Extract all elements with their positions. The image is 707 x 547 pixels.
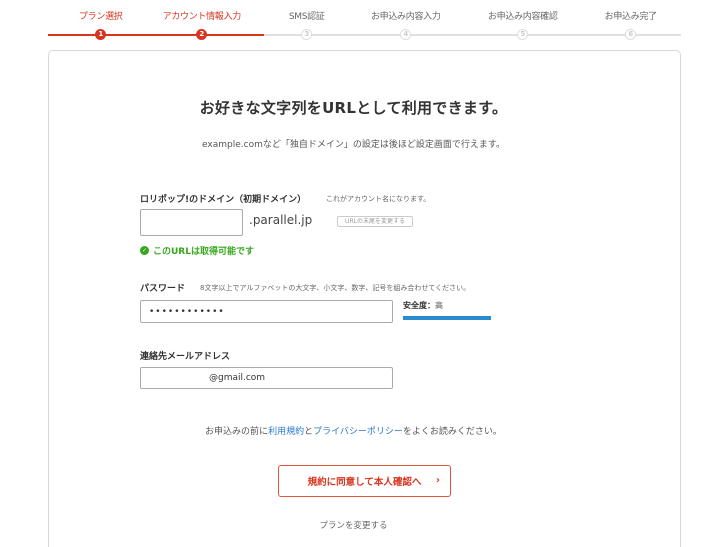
domain-note: これがアカウント名になります。 <box>326 195 431 203</box>
password-label: パスワード <box>140 284 186 294</box>
step-number: 6 <box>625 29 637 40</box>
terms-suffix: をよくお読みください。 <box>402 427 502 437</box>
chevron-right-icon: › <box>435 475 440 486</box>
change-url-button[interactable]: URLの末尾を変更する <box>337 216 413 227</box>
step-label: お申込み内容入力 <box>370 12 441 22</box>
step-application-input: お申込み内容入力 4 <box>353 0 459 40</box>
step-number: 5 <box>517 29 529 40</box>
step-number: 3 <box>301 29 313 40</box>
password-input[interactable] <box>140 300 393 323</box>
step-number: 2 <box>196 29 208 40</box>
password-strength-fill <box>403 316 491 320</box>
password-strength-bar <box>403 316 491 320</box>
step-number: 4 <box>400 29 412 40</box>
terms-notice: お申込みの前に利用規約とプライバシーポリシーをよくお読みください。 <box>0 424 707 437</box>
strength-label: 安全度： <box>403 301 435 310</box>
terms-of-service-link[interactable]: 利用規約 <box>268 427 304 437</box>
progress-line-done <box>48 34 264 36</box>
domain-input[interactable] <box>140 209 243 236</box>
step-application-complete: お申込み完了 6 <box>578 0 684 40</box>
privacy-policy-link[interactable]: プライバシーポリシー <box>313 427 403 437</box>
step-account-info: アカウント情報入力 2 <box>149 0 255 40</box>
change-plan-link[interactable]: プランを変更する <box>0 519 707 531</box>
password-strength: 安全度：高 <box>403 300 443 311</box>
step-label: お申込み完了 <box>604 12 658 22</box>
step-label: プラン選択 <box>78 12 123 22</box>
terms-middle: と <box>304 427 314 437</box>
page-subtitle: example.comなど「独自ドメイン」の設定は後ほど設定画面で行えます。 <box>202 140 505 150</box>
strength-level: 高 <box>435 301 443 310</box>
email-input[interactable] <box>140 367 393 389</box>
availability-message: ✓ このURLは取得可能です <box>140 244 254 257</box>
progress-line-pending <box>264 34 681 36</box>
agree-and-verify-button[interactable]: 規約に同意して本人確認へ › <box>278 465 451 497</box>
domain-suffix: .parallel.jp <box>249 213 313 227</box>
step-application-confirm: お申込み内容確認 5 <box>470 0 576 40</box>
step-number: 1 <box>95 29 107 40</box>
step-label: アカウント情報入力 <box>162 12 242 22</box>
page-title: お好きな文字列をURLとして利用できます。 <box>199 99 508 117</box>
step-plan-select: プラン選択 1 <box>48 0 154 40</box>
step-label: SMS認証 <box>288 12 325 22</box>
availability-text: このURLは取得可能です <box>153 247 254 257</box>
domain-label: ロリポップ!のドメイン（初期ドメイン） <box>140 195 307 205</box>
terms-prefix: お申込みの前に <box>205 427 269 437</box>
submit-label: 規約に同意して本人確認へ <box>307 477 422 488</box>
check-circle-icon: ✓ <box>140 246 149 255</box>
step-label: お申込み内容確認 <box>487 12 558 22</box>
progress-steps: プラン選択 1 アカウント情報入力 2 SMS認証 3 お申込み内容入力 4 お… <box>48 0 681 44</box>
password-note: 8文字以上でアルファベットの大文字、小文字、数字、記号を組み合わせてください。 <box>200 284 471 292</box>
step-sms-auth: SMS認証 3 <box>254 0 360 40</box>
email-label: 連絡先メールアドレス <box>140 352 231 362</box>
